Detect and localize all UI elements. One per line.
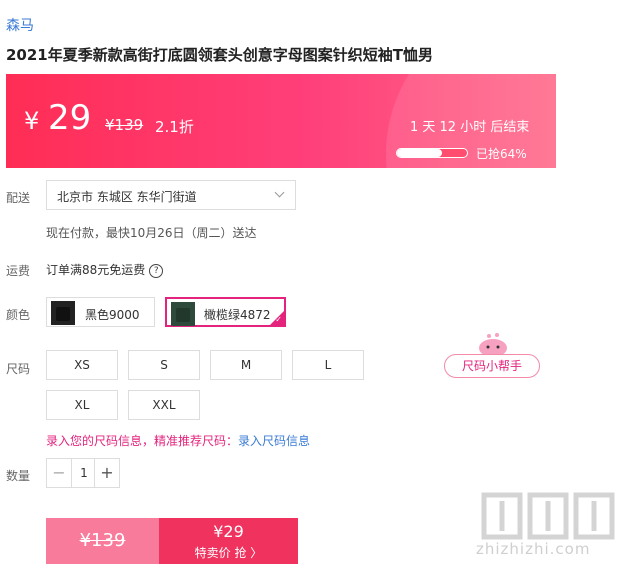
shipping-text: 订单满88元免运费 — [46, 263, 146, 277]
size-option-xxl[interactable]: XXL — [128, 390, 200, 420]
size-option-l[interactable]: L — [292, 350, 364, 380]
mascot-icon — [479, 333, 507, 356]
address-value: 北京市 东城区 东华门街道 — [57, 190, 197, 204]
address-dropdown[interactable]: 北京市 东城区 东华门街道 — [46, 180, 296, 210]
size-option-m[interactable]: M — [210, 350, 282, 380]
product-title: 2021年夏季新款高街打底圆领套头创意字母图案针织短袖T恤男 — [6, 46, 433, 64]
sold-progress-fill — [397, 149, 442, 157]
delivery-eta: 现在付款，最快10月26日（周二）送达 — [46, 226, 257, 240]
size-helper-button[interactable]: 尺码小帮手 — [444, 354, 540, 378]
color-label: 颜色 — [6, 308, 31, 322]
delivery-label: 配送 — [6, 191, 31, 205]
shipping-label: 运费 — [6, 264, 31, 278]
quantity-stepper: − 1 + — [46, 458, 120, 488]
shipping-info: 订单满88元免运费? — [46, 261, 164, 278]
olive-shirt-thumbnail — [171, 302, 195, 326]
sold-progress-bar — [396, 148, 468, 158]
size-tip-text: 录入您的尺码信息，精准推荐尺码： — [46, 434, 239, 448]
color-option-olive[interactable]: 橄榄绿4872 ✓ — [165, 297, 286, 327]
size-option-s[interactable]: S — [128, 350, 200, 380]
quantity-label: 数量 — [6, 469, 31, 483]
buy-sale-price: ¥29 — [213, 522, 244, 541]
color-option-label: 黑色9000 — [85, 308, 140, 322]
original-price-button[interactable]: ¥139 — [46, 518, 159, 564]
promo-banner: ¥ 29 ¥139 2.1折 1 天 12 小时 后结束 已抢64% — [6, 74, 556, 168]
size-tip: 录入您的尺码信息，精准推荐尺码：录入尺码信息 — [46, 432, 310, 449]
sale-price: 29 — [48, 98, 92, 138]
watermark-text: zhizhizhi.com — [476, 540, 591, 558]
color-option-label: 橄榄绿4872 — [204, 308, 271, 322]
currency-symbol: ¥ — [24, 107, 40, 135]
color-option-black[interactable]: 黑色9000 — [46, 297, 155, 327]
quantity-increase-button[interactable]: + — [94, 459, 119, 487]
chevron-down-icon — [274, 187, 285, 198]
quantity-decrease-button[interactable]: − — [47, 459, 72, 487]
original-price: ¥139 — [105, 116, 144, 134]
size-option-xl[interactable]: XL — [46, 390, 118, 420]
buy-label: 特卖价 抢 〉 — [194, 546, 263, 560]
enter-size-link[interactable]: 录入尺码信息 — [238, 434, 310, 448]
black-shirt-thumbnail — [51, 301, 75, 325]
size-label: 尺码 — [6, 362, 31, 376]
sold-progress-text: 已抢64% — [476, 147, 527, 161]
help-icon[interactable]: ? — [149, 263, 164, 278]
brand-name[interactable]: 森马 — [6, 15, 34, 35]
buy-original-price: ¥139 — [79, 530, 126, 551]
buy-now-button[interactable]: ¥29 特卖价 抢 〉 — [159, 518, 298, 564]
check-icon: ✓ — [275, 315, 282, 324]
discount-rate: 2.1折 — [155, 118, 194, 136]
size-option-xs[interactable]: XS — [46, 350, 118, 380]
countdown-timer: 1 天 12 小时 后结束 — [410, 120, 530, 135]
